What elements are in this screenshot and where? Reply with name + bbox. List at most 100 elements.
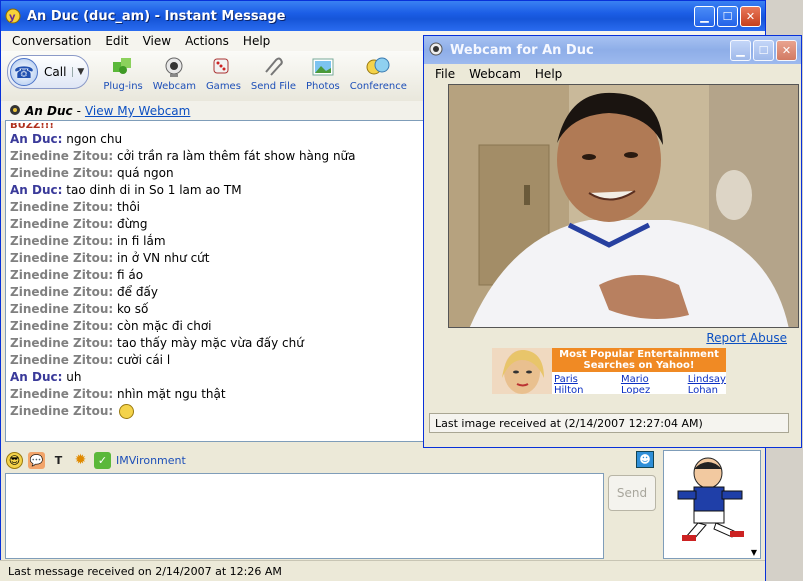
status-bar: Last message received on 2/14/2007 at 12… [0,560,765,581]
plugins-label: Plug-ins [103,81,143,92]
webcam-icon [160,55,188,79]
imvironment-icon[interactable]: ✓ [94,451,111,469]
message-text: đừng [117,217,148,231]
message-sender: Zinedine Zitou: [10,268,114,282]
webcam-button[interactable]: Webcam [153,55,196,92]
display-image-toggle-icon[interactable]: ☻ [636,451,654,468]
message-input[interactable] [5,473,604,559]
report-abuse-link[interactable]: Report Abuse [706,331,787,345]
menu-conversation[interactable]: Conversation [5,34,98,48]
message-list: An Duc: ngon chu Zinedine Zitou: cởi trần… [10,131,419,420]
menu-view[interactable]: View [136,34,178,48]
message-text: nhìn mặt ngu thật [117,387,226,401]
sun-icon[interactable]: ✹ [72,452,89,469]
paperclip-icon [259,55,287,79]
message-text: còn mặc đi chơi [117,319,212,333]
webcam-minimize-button[interactable]: ▁ [730,39,751,61]
webcam-menu-help[interactable]: Help [528,67,569,81]
chat-message: Zinedine Zitou: đừng [10,216,419,233]
ad-link-paris-hilton[interactable]: Paris Hilton [554,374,583,394]
contact-name: An Duc [25,104,73,118]
conference-button[interactable]: Conference [350,55,407,92]
send-file-label: Send File [250,81,297,92]
message-sender: Zinedine Zitou: [10,387,114,401]
plugins-button[interactable]: Plug-ins [103,55,143,92]
imvironment-label[interactable]: IMVironment [116,454,186,467]
message-text: quá ngon [117,166,174,180]
chevron-down-icon[interactable]: ▼ [72,67,84,77]
display-image: ▼ [663,450,761,559]
yahoo-ad-banner[interactable]: Most Popular Entertainment Searches on Y… [492,348,726,394]
message-sender: An Duc: [10,132,63,146]
chat-message: An Duc: tao dinh di in So 1 lam ao TM [10,182,419,199]
message-text: thôi [117,200,141,214]
svg-text:y: y [9,12,16,23]
message-sender: Zinedine Zitou: [10,285,114,299]
emoticon-bar: 😎 💬 T ✹ ✓ IMVironment [6,450,656,470]
chat-history[interactable]: BUZZ!!! An Duc: ngon chu Zinedine Zitou: … [5,120,424,442]
chat-message: Zinedine Zitou: cởi trần ra làm thêm fát… [10,148,419,165]
minimize-button[interactable]: ▁ [694,5,715,27]
webcam-maximize-button[interactable]: ☐ [753,39,774,61]
ad-link-mario-lopez[interactable]: Mario Lopez [621,374,650,394]
message-sender: Zinedine Zitou: [10,319,114,333]
games-button[interactable]: Games [206,55,241,92]
call-button[interactable]: ☎ Call ▼ [7,55,90,89]
text-format-icon[interactable]: T [50,452,67,469]
message-text: ngon chu [66,132,123,146]
maximize-button[interactable]: ☐ [717,5,738,27]
message-text: tao thấy mày mặc vừa đấy chứ [117,336,304,350]
menu-actions[interactable]: Actions [178,34,236,48]
window-title: An Duc (duc_am) - Instant Message [27,8,286,24]
buzz-text: BUZZ!!! [10,123,54,131]
menu-edit[interactable]: Edit [98,34,135,48]
message-text: uh [66,370,82,384]
message-sender: Zinedine Zitou: [10,166,114,180]
dice-icon [209,55,237,79]
ad-link-lindsay-lohan[interactable]: Lindsay Lohan [688,374,726,394]
webcam-label: Webcam [152,81,196,92]
webcam-menu-webcam[interactable]: Webcam [462,67,528,81]
view-webcam-link[interactable]: View My Webcam [85,104,190,118]
cartoon-avatar-icon [677,457,744,541]
message-text: cười cái l [117,353,171,367]
message-sender: Zinedine Zitou: [10,404,114,418]
chat-message: An Duc: ngon chu [10,131,419,148]
webcam-title-bar[interactable]: Webcam for An Duc ▁ ☐ ✕ [424,36,801,64]
webcam-video-frame [448,84,799,328]
menu-help[interactable]: Help [236,34,277,48]
audible-icon[interactable]: 💬 [28,451,45,469]
chat-message: Zinedine Zitou: thôi [10,199,419,216]
puzzle-icon [109,55,137,79]
chat-message: Zinedine Zitou: nhìn mặt ngu thật [10,386,419,403]
send-file-button[interactable]: Send File [251,55,296,92]
message-text: cởi trần ra làm thêm fát show hàng nữa [117,149,356,163]
message-sender: Zinedine Zitou: [10,200,114,214]
chat-message: Zinedine Zitou: cười cái l [10,352,419,369]
webcam-image [449,85,798,327]
webcam-status-bar: Last image received at (2/14/2007 12:27:… [429,413,789,433]
message-sender: Zinedine Zitou: [10,336,114,350]
main-title-bar[interactable]: y An Duc (duc_am) - Instant Message ▁ ☐ … [1,1,765,31]
message-sender: Zinedine Zitou: [10,217,114,231]
message-text: ko số [117,302,149,316]
smiley-icon[interactable]: 😎 [6,451,23,469]
send-button[interactable]: Send [608,475,656,511]
chat-message: Zinedine Zitou: [10,403,419,420]
webcam-window: Webcam for An Duc ▁ ☐ ✕ File Webcam Help… [423,35,802,448]
chat-message: Zinedine Zitou: in fi lắm [10,233,419,250]
laughing-emoticon-icon [119,404,135,419]
message-text: in fi lắm [117,234,166,248]
avatar-dropdown-icon[interactable]: ▼ [751,548,757,557]
webcam-window-icon [428,42,444,58]
photos-button[interactable]: Photos [306,55,340,92]
close-button[interactable]: ✕ [740,5,761,27]
photos-label: Photos [306,81,340,92]
chat-message: Zinedine Zitou: in ở VN như cứt [10,250,419,267]
message-text: in ở VN như cứt [117,251,210,265]
message-text: để đấy [117,285,158,299]
chat-message: Zinedine Zitou: ko số [10,301,419,318]
webcam-menu-file[interactable]: File [428,67,462,81]
webcam-menubar: File Webcam Help [424,64,801,84]
webcam-close-button[interactable]: ✕ [776,39,797,61]
